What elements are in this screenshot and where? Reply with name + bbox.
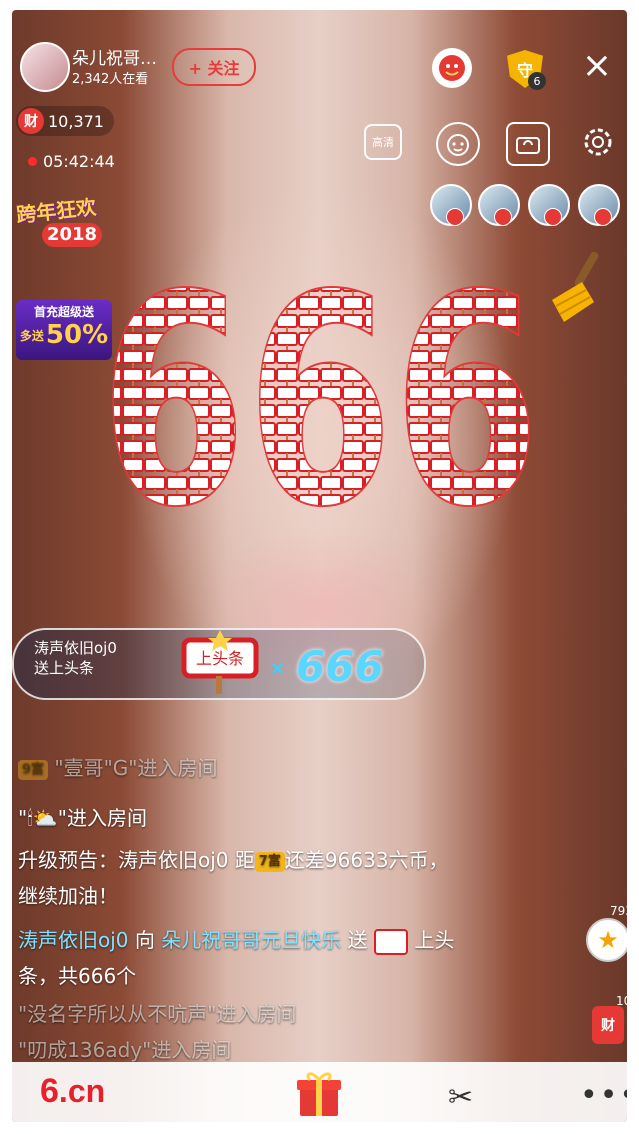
recharge-percent: 50%: [45, 320, 109, 350]
logo-cn: .cn: [58, 1073, 106, 1109]
more-options-icon[interactable]: •••: [580, 1078, 627, 1113]
promo-year: 2018: [42, 223, 102, 247]
viewer-badge-icon: [594, 208, 612, 226]
guard-count-badge: 6: [528, 72, 546, 90]
chat-sender[interactable]: 涛声依旧oj0: [18, 928, 129, 952]
gear-graphic: [584, 128, 612, 156]
gift-666-text: 666: [100, 242, 540, 522]
logo-six: 6: [40, 1072, 59, 1110]
camera-graphic: [516, 137, 540, 154]
chat-text: "壹哥"G"进入房间: [54, 756, 218, 780]
chat-message: 继续加油！: [18, 884, 118, 908]
recharge-title: 首充超级送: [33, 305, 94, 319]
switch-camera-icon[interactable]: [506, 122, 550, 166]
chat-text: 升级预告：涛声依旧oj0 距: [18, 848, 255, 872]
chat-text: 送: [347, 928, 368, 952]
chat-message: 9富 "壹哥"G"进入房间: [18, 752, 218, 781]
user-level-badge: 9富: [18, 759, 49, 780]
headline-sign-icon: [373, 928, 408, 955]
chat-text: 还差96633六币，: [284, 848, 449, 872]
chat-message: "🕯⛅"进入房间: [18, 806, 147, 830]
face-effect-icon[interactable]: [436, 122, 480, 166]
first-recharge-promo-banner[interactable]: 首充超级送 多送 50%: [16, 300, 112, 360]
broom-icon[interactable]: [542, 250, 612, 330]
viewer-avatar[interactable]: [578, 184, 620, 226]
headline-sign-icon: 上头条: [181, 630, 259, 694]
live-timer-text: 05:42:44: [43, 152, 115, 171]
rank-badge-graphic: [439, 55, 465, 81]
chat-message: 升级预告：涛声依旧oj0 距 7富 还差96633六币，: [18, 844, 449, 873]
live-timer: 05:42:44: [28, 152, 115, 171]
gift-sender-info: 涛声依旧oj0 送上头条: [34, 638, 117, 678]
viewer-avatar[interactable]: [528, 184, 570, 226]
chat-message: 条，共666个: [18, 964, 137, 988]
gift-count: 666: [296, 642, 384, 691]
viewer-avatar[interactable]: [478, 184, 520, 226]
chat-text: 向: [134, 928, 155, 952]
viewer-badge-icon: [544, 208, 562, 226]
star-gift-icon[interactable]: ★: [586, 918, 627, 962]
viewer-badge-icon: [446, 208, 464, 226]
sign-label: 上头条: [196, 649, 244, 668]
wealth-value: 10,371: [48, 111, 104, 131]
hd-label: 高清: [372, 136, 394, 149]
gift-box-icon[interactable]: [294, 1068, 344, 1118]
face-graphic: [447, 134, 469, 156]
rank-badge-icon[interactable]: [432, 48, 472, 88]
gift-sender-name: 涛声依旧oj0: [34, 639, 117, 657]
chat-message: "没名字所以从不吭声"进入房间: [18, 1002, 297, 1026]
follow-button[interactable]: + 关注: [172, 48, 256, 86]
chat-gift-message: 涛声依旧oj0 向 朵儿祝哥哥元旦快乐 送 上头: [18, 924, 454, 955]
close-icon[interactable]: ×: [580, 48, 614, 84]
host-avatar[interactable]: [20, 42, 70, 92]
star-count: 793: [610, 904, 627, 918]
viewer-count: 2,342人在看: [72, 72, 149, 87]
chat-receiver[interactable]: 朵儿祝哥哥元旦快乐: [161, 928, 341, 952]
brand-logo[interactable]: 6.cn: [40, 1072, 105, 1111]
viewer-avatar[interactable]: [430, 184, 472, 226]
hd-quality-button[interactable]: 高清: [364, 124, 402, 160]
promo-title: 跨年狂欢: [15, 194, 98, 228]
host-name[interactable]: 朵儿祝哥…: [72, 44, 157, 69]
gift-666-animation: 666: [100, 242, 540, 522]
settings-gear-icon[interactable]: [580, 124, 616, 160]
gift-multiplier: ×: [270, 658, 286, 679]
gift-action-text: 送上头条: [34, 659, 95, 677]
user-level-badge: 7富: [254, 851, 285, 872]
fortune-bag-icon[interactable]: 财: [592, 1006, 624, 1044]
viewer-badge-icon: [494, 208, 512, 226]
live-dot-icon: [28, 157, 37, 166]
chat-text: 上头: [414, 928, 455, 952]
recharge-prefix: 多送: [19, 328, 44, 343]
chat-message: "叨成136ady"进入房间: [18, 1038, 232, 1062]
live-stream-view: 朵儿祝哥… 2,342人在看 + 关注 守 6 × 10,371 财 05:42…: [12, 10, 627, 1122]
wealth-icon: 财: [18, 108, 44, 134]
clip-scissors-icon[interactable]: ✂: [448, 1080, 473, 1115]
